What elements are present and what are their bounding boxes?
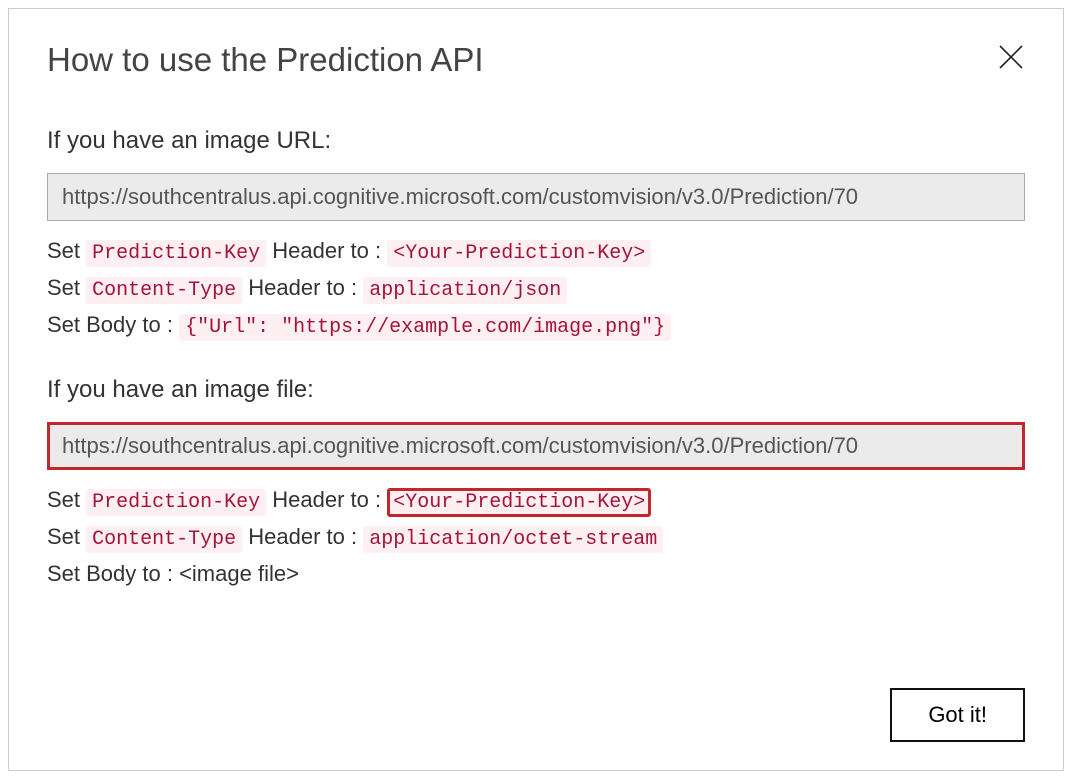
section-file-heading: If you have an image file:	[47, 376, 1025, 404]
dialog-footer: Got it!	[890, 688, 1025, 742]
text: Header to :	[242, 524, 363, 549]
file-endpoint-box[interactable]: https://southcentralus.api.cognitive.mic…	[47, 422, 1025, 470]
prediction-key-value-chip: <Your-Prediction-Key>	[387, 488, 651, 517]
text: Header to :	[242, 275, 363, 300]
text: Set	[47, 487, 86, 512]
url-content-type-line: Set Content-Type Header to : application…	[47, 270, 1025, 307]
text: Set Body to :	[47, 312, 179, 337]
prediction-key-chip: Prediction-Key	[86, 489, 266, 516]
file-prediction-key-line: Set Prediction-Key Header to : <Your-Pre…	[47, 482, 1025, 519]
content-type-chip: Content-Type	[86, 277, 242, 304]
content-type-chip: Content-Type	[86, 526, 242, 553]
url-endpoint-box[interactable]: https://southcentralus.api.cognitive.mic…	[47, 173, 1025, 221]
prediction-key-value-chip: <Your-Prediction-Key>	[387, 240, 651, 267]
body-json-chip: {"Url": "https://example.com/image.png"}	[179, 314, 671, 341]
prediction-api-dialog: How to use the Prediction API If you hav…	[8, 8, 1064, 771]
url-body-line: Set Body to : {"Url": "https://example.c…	[47, 307, 1025, 344]
got-it-button[interactable]: Got it!	[890, 688, 1025, 742]
dialog-header: How to use the Prediction API	[47, 41, 1025, 79]
content-type-value-chip: application/json	[363, 277, 567, 304]
close-icon[interactable]	[997, 43, 1025, 71]
text: Header to :	[266, 238, 387, 263]
text: Header to :	[266, 487, 387, 512]
text: Set	[47, 275, 86, 300]
text: Set	[47, 524, 86, 549]
url-prediction-key-line: Set Prediction-Key Header to : <Your-Pre…	[47, 233, 1025, 270]
dialog-title: How to use the Prediction API	[47, 41, 484, 79]
text: Set	[47, 238, 86, 263]
content-type-value-chip: application/octet-stream	[363, 526, 663, 553]
prediction-key-chip: Prediction-Key	[86, 240, 266, 267]
file-content-type-line: Set Content-Type Header to : application…	[47, 519, 1025, 556]
section-url-heading: If you have an image URL:	[47, 127, 1025, 155]
file-body-line: Set Body to : <image file>	[47, 556, 1025, 592]
